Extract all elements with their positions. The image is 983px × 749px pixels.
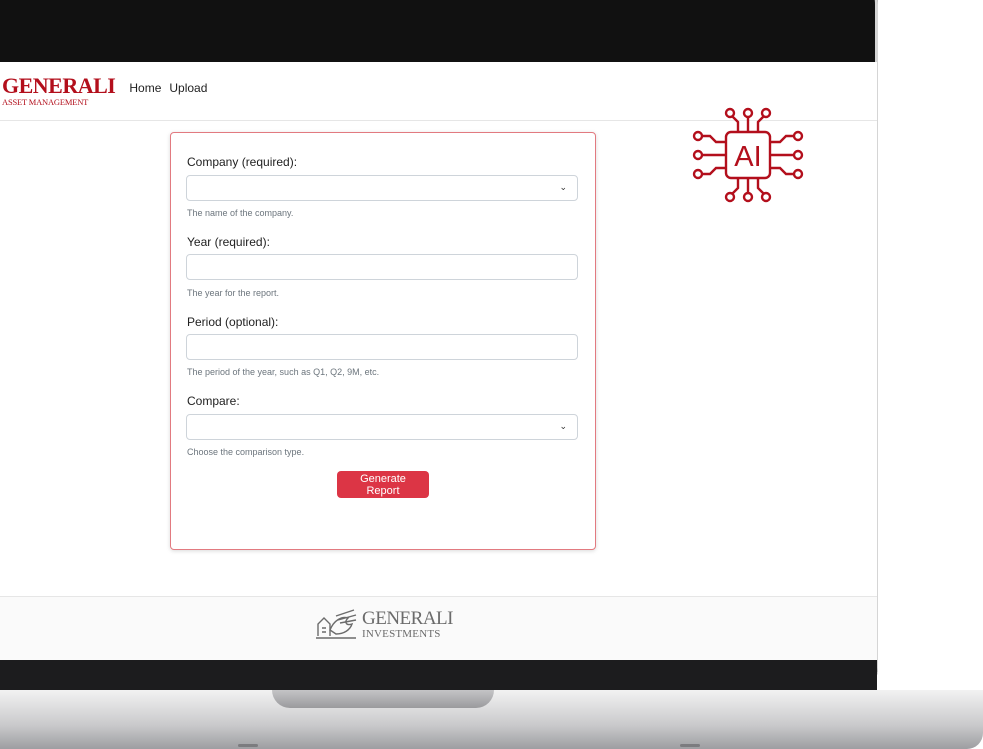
footer-logo: GENERALI INVESTMENTS bbox=[314, 606, 453, 642]
app-screen: GENERALI ASSET MANAGEMENT Home Upload AI… bbox=[0, 62, 877, 660]
nav-link-home[interactable]: Home bbox=[129, 81, 161, 95]
compare-label: Compare: bbox=[187, 394, 240, 408]
year-help: The year for the report. bbox=[187, 288, 280, 298]
ai-chip-icon: AI bbox=[692, 107, 804, 203]
page-footer: GENERALI INVESTMENTS bbox=[0, 596, 877, 660]
report-form: Company (required): ⌄ The name of the co… bbox=[170, 132, 596, 550]
brand-subtitle: ASSET MANAGEMENT bbox=[2, 97, 89, 108]
brand-name: GENERALI bbox=[2, 73, 116, 99]
chevron-down-icon: ⌄ bbox=[559, 421, 567, 431]
year-label: Year (required): bbox=[187, 235, 270, 249]
laptop-hinge-notch bbox=[272, 690, 494, 708]
generate-report-button[interactable]: Generate Report bbox=[337, 471, 429, 498]
period-label: Period (optional): bbox=[187, 315, 279, 329]
laptop-bottom-bezel bbox=[0, 660, 877, 690]
company-help: The name of the company. bbox=[187, 208, 294, 218]
period-input[interactable] bbox=[186, 334, 578, 360]
footer-brand: GENERALI INVESTMENTS bbox=[362, 609, 453, 640]
period-help: The period of the year, such as Q1, Q2, … bbox=[187, 367, 380, 377]
brand-logo[interactable]: GENERALI ASSET MANAGEMENT bbox=[2, 73, 116, 108]
laptop-foot bbox=[680, 744, 700, 747]
compare-help: Choose the comparison type. bbox=[187, 447, 305, 457]
footer-brand-name: GENERALI bbox=[362, 607, 453, 629]
nav-link-upload[interactable]: Upload bbox=[169, 81, 207, 95]
footer-brand-sub: INVESTMENTS bbox=[362, 627, 441, 640]
company-label: Company (required): bbox=[187, 155, 298, 169]
compare-select[interactable]: ⌄ bbox=[186, 414, 578, 440]
company-select[interactable]: ⌄ bbox=[186, 175, 578, 201]
chevron-down-icon: ⌄ bbox=[559, 182, 567, 192]
year-input[interactable] bbox=[186, 254, 578, 280]
nav-links: Home Upload bbox=[129, 81, 207, 95]
laptop-foot bbox=[238, 744, 258, 747]
ai-chip-text: AI bbox=[734, 141, 761, 173]
lion-logo-icon bbox=[316, 609, 357, 639]
